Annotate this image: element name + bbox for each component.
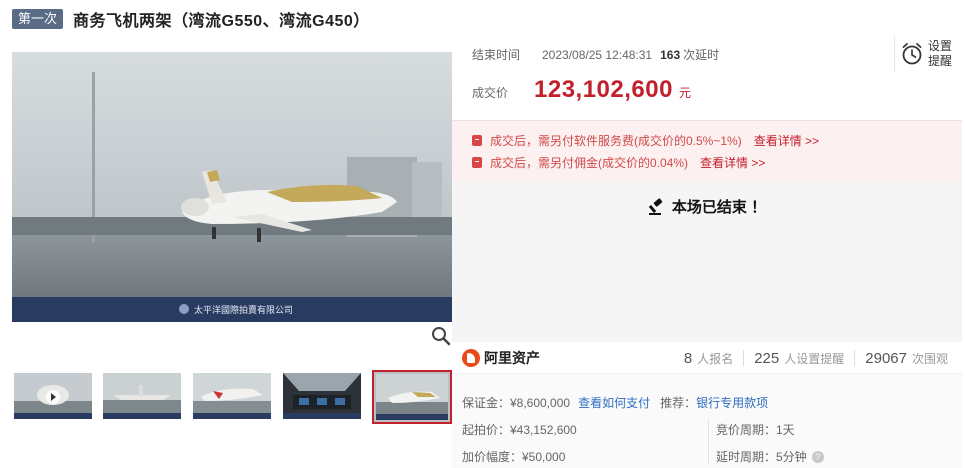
increment-row: 加价幅度：¥50,000 xyxy=(462,448,565,465)
watermark: 太平洋國際拍賣有限公司 xyxy=(194,304,293,316)
thumbnail-5-active[interactable] xyxy=(372,370,452,424)
increment-value: 加价幅度：¥50,000 xyxy=(462,450,566,464)
gavel-icon xyxy=(648,197,663,215)
deal-price-value: 123,102,600 xyxy=(534,76,673,103)
start-price-value: 起拍价：¥43,152,600 xyxy=(462,423,577,437)
deal-price-unit: 元 xyxy=(678,86,691,100)
how-to-pay-link[interactable]: 查看如何支付 xyxy=(578,394,650,411)
set-reminder-button[interactable]: 设置 提醒 xyxy=(894,36,962,72)
title-row: 第一次 商务飞机两架（湾流G550、湾流G450） xyxy=(12,8,370,30)
ali-assets-logo: 阿里资产 xyxy=(452,348,540,368)
delay-period-value: 延时周期：5分钟 xyxy=(716,450,807,464)
deal-price-row: 成交价 123,102,600 元 xyxy=(472,76,691,104)
thumbnail-2[interactable] xyxy=(103,373,181,419)
auction-ended-text: 本场已结束 ！ xyxy=(671,199,767,216)
notice-icon xyxy=(472,156,482,168)
help-icon[interactable]: ? xyxy=(811,450,824,463)
delay-period-row: 延时周期：5分钟 ? xyxy=(716,448,824,465)
notice-commission: 成交后，需另付佣金(成交价的0.04%) 查看详情 >> xyxy=(452,151,962,173)
round-badge: 第一次 xyxy=(12,9,64,29)
reminder-label: 人设置提醒 xyxy=(784,351,845,366)
end-time-value: 2023/08/25 12:48:31 xyxy=(542,47,653,62)
notice-detail-link[interactable]: 查看详情 >> xyxy=(700,154,765,171)
zoom-button[interactable] xyxy=(430,325,452,347)
end-time-label: 结束时间 xyxy=(472,48,521,62)
end-time-row: 结束时间 2023/08/25 12:48:31 163 次延时 xyxy=(472,46,719,63)
details-divider xyxy=(708,418,709,464)
divider xyxy=(743,350,745,366)
plane-photo: 太平洋國際拍賣有限公司 xyxy=(12,52,452,322)
stats: 8 人报名 225 人设置提醒 29067 次围观 xyxy=(684,342,948,374)
view-count: 29067 xyxy=(865,349,907,367)
deal-price-label: 成交价 xyxy=(472,86,509,100)
auction-details: 保证金：¥8,600,000 查看如何支付 推荐： 银行专用款项 起拍价：¥43… xyxy=(452,374,962,468)
brand-name: 阿里资产 xyxy=(484,349,540,366)
notice-icon xyxy=(472,134,482,146)
bank-payment-link[interactable]: 银行专用款项 xyxy=(696,394,768,411)
deposit-value: 保证金：¥8,600,000 xyxy=(462,396,571,410)
bid-period-row: 竞价周期：1天 xyxy=(716,421,795,438)
fee-notice-box: 成交后，需另付软件服务费(成交价的0.5%~1%) 查看详情 >> 成交后，需另… xyxy=(452,120,962,182)
notice-text: 成交后，需另付软件服务费(成交价的0.5%~1%) xyxy=(490,133,742,148)
remind-label-2: 提醒 xyxy=(928,54,953,68)
auction-ended-message: 本场已结束 ！ xyxy=(452,196,962,217)
ali-assets-logo-icon xyxy=(462,348,480,367)
delay-label: 次延时 xyxy=(683,48,720,62)
divider xyxy=(854,350,856,366)
main-image[interactable]: 太平洋國際拍賣有限公司 xyxy=(12,52,452,322)
page-title: 商务飞机两架（湾流G550、湾流G450） xyxy=(73,13,370,30)
magnifier-icon xyxy=(432,327,451,346)
signup-count: 8 xyxy=(683,349,693,367)
bid-period-value: 竞价周期：1天 xyxy=(716,423,795,437)
recommend-label: 推荐： xyxy=(660,396,697,410)
notice-text: 成交后，需另付佣金(成交价的0.04%) xyxy=(490,155,689,170)
notice-detail-link[interactable]: 查看详情 >> xyxy=(754,132,819,149)
start-price-row: 起拍价：¥43,152,600 xyxy=(462,421,577,438)
thumbnail-strip xyxy=(12,370,452,425)
brand-stats-row: 阿里资产 8 人报名 225 人设置提醒 29067 次围观 xyxy=(452,342,962,374)
thumbnail-3[interactable] xyxy=(193,373,271,419)
signup-label: 人报名 xyxy=(697,351,734,366)
notice-service-fee: 成交后，需另付软件服务费(成交价的0.5%~1%) 查看详情 >> xyxy=(452,129,962,151)
alarm-clock-icon xyxy=(902,43,922,65)
deposit-row: 保证金：¥8,600,000 查看如何支付 推荐： 银行专用款项 xyxy=(462,394,768,411)
auction-ended-panel: 本场已结束 ！ xyxy=(452,182,962,352)
delay-count: 163 xyxy=(660,47,681,62)
reminder-count: 225 xyxy=(754,349,780,367)
thumbnail-4[interactable] xyxy=(283,373,361,419)
view-label: 次围观 xyxy=(911,351,948,366)
thumbnail-video[interactable] xyxy=(14,373,92,419)
remind-label-1: 设置 xyxy=(928,39,953,53)
